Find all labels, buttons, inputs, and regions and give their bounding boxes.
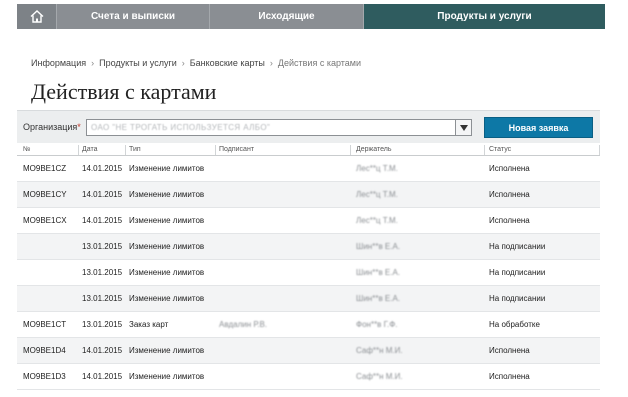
top-navigation: Счета и выписки Исходящие Продукты и усл… [17,4,605,29]
table-row[interactable]: MO9BE1CY 14.01.2015 Изменение лимитов Ле… [17,182,600,208]
cell-status: Исполнена [489,372,530,381]
cell-number: MO9BE1CX [23,216,67,225]
breadcrumb-link-bank-cards[interactable]: Банковские карты [190,58,265,68]
breadcrumb-separator: › [181,58,185,68]
cell-status: На подписании [489,294,546,303]
cell-date: 13.01.2015 [82,294,123,303]
filter-bar: Организация* ОАО "НЕ ТРОГАТЬ ИСПОЛЬЗУЕТС… [17,110,600,143]
organization-value: ОАО "НЕ ТРОГАТЬ ИСПОЛЬЗУЕТСЯ АЛБО" [91,123,271,132]
column-header-signer[interactable]: Подписант [216,145,351,155]
cell-date: 14.01.2015 [82,190,123,199]
table-row[interactable]: MO9BE1CX 14.01.2015 Изменение лимитов Ле… [17,208,600,234]
cell-number: MO9BE1CT [23,320,67,329]
cell-type: Заказ карт [129,320,169,329]
cell-status: На обработке [489,320,540,329]
cell-holder: Лес**ц Т.М. [356,164,398,173]
cell-type: Изменение лимитов [129,190,205,199]
column-header-number[interactable]: № [17,145,79,155]
table-row[interactable]: MO9BE1CT 13.01.2015 Заказ карт Авдалин Р… [17,312,600,338]
cell-status: Исполнена [489,190,530,199]
cell-date: 14.01.2015 [82,346,123,355]
column-header-status[interactable]: Статус [485,145,600,155]
cell-date: 13.01.2015 [82,242,123,251]
page-title: Действия с картами [31,79,217,104]
dropdown-toggle[interactable] [455,120,471,135]
cell-type: Изменение лимитов [129,216,205,225]
table-row[interactable]: 13.01.2015 Изменение лимитов Шин**в Е.А.… [17,260,600,286]
chevron-down-icon [459,124,468,131]
tab-outgoing[interactable]: Исходящие [210,4,364,29]
cell-holder: Саф**н М.И. [356,372,403,381]
cell-number: MO9BE1CY [23,190,67,199]
table-body: MO9BE1CZ 14.01.2015 Изменение лимитов Ле… [17,156,600,390]
cell-status: Исполнена [489,164,530,173]
cell-type: Изменение лимитов [129,294,205,303]
tab-products-services[interactable]: Продукты и услуги [364,4,605,29]
required-mark: * [77,122,81,132]
cell-type: Изменение лимитов [129,346,205,355]
cell-signer: Авдалин Р.В. [219,320,267,329]
cell-number: MO9BE1D4 [23,346,66,355]
breadcrumb-separator: › [91,58,95,68]
table-row[interactable]: 13.01.2015 Изменение лимитов Шин**в Е.А.… [17,234,600,260]
table-row[interactable]: MO9BE1CZ 14.01.2015 Изменение лимитов Ле… [17,156,600,182]
cell-type: Изменение лимитов [129,372,205,381]
table-row[interactable]: MO9BE1D3 14.01.2015 Изменение лимитов Са… [17,364,600,390]
table-header: № Дата Тип Подписант Держатель Статус [17,145,600,156]
cell-holder: Шин**в Е.А. [356,268,401,277]
breadcrumb: Информация › Продукты и услуги › Банковские … [31,58,361,68]
cell-status: Исполнена [489,216,530,225]
table-row[interactable]: MO9BE1D4 14.01.2015 Изменение лимитов Са… [17,338,600,364]
cell-date: 13.01.2015 [82,320,123,329]
cell-holder: Лес**ц Т.М. [356,216,398,225]
cell-date: 14.01.2015 [82,216,123,225]
cell-status: На подписании [489,242,546,251]
column-header-date[interactable]: Дата [79,145,126,155]
cell-status: Исполнена [489,346,530,355]
cell-date: 13.01.2015 [82,268,123,277]
breadcrumb-current: Действия с картами [277,58,362,68]
cell-type: Изменение лимитов [129,242,205,251]
cell-holder: Лес**ц Т.М. [356,190,398,199]
cell-type: Изменение лимитов [129,268,205,277]
breadcrumb-link-info[interactable]: Информация [31,58,86,68]
cell-number: MO9BE1D3 [23,372,66,381]
home-icon [30,10,43,23]
nav-home-button[interactable] [17,4,57,29]
breadcrumb-link-products[interactable]: Продукты и услуги [99,58,177,68]
cell-number: MO9BE1CZ [23,164,67,173]
cell-holder: Саф**н М.И. [356,346,403,355]
column-header-holder[interactable]: Держатель [351,145,485,155]
cell-date: 14.01.2015 [82,164,123,173]
new-request-button[interactable]: Новая заявка [484,117,593,138]
breadcrumb-separator: › [269,58,273,68]
cell-type: Изменение лимитов [129,164,205,173]
organization-select[interactable]: ОАО "НЕ ТРОГАТЬ ИСПОЛЬЗУЕТСЯ АЛБО" [86,119,472,136]
cell-status: На подписании [489,268,546,277]
organization-label: Организация* [23,122,81,132]
cell-holder: Шин**в Е.А. [356,294,401,303]
tab-accounts-statements[interactable]: Счета и выписки [57,4,210,29]
cell-holder: Шин**в Е.А. [356,242,401,251]
cell-date: 14.01.2015 [82,372,123,381]
cell-holder: Фон**в Г.Ф. [356,320,398,329]
table-row[interactable]: 13.01.2015 Изменение лимитов Шин**в Е.А.… [17,286,600,312]
column-header-type[interactable]: Тип [126,145,216,155]
